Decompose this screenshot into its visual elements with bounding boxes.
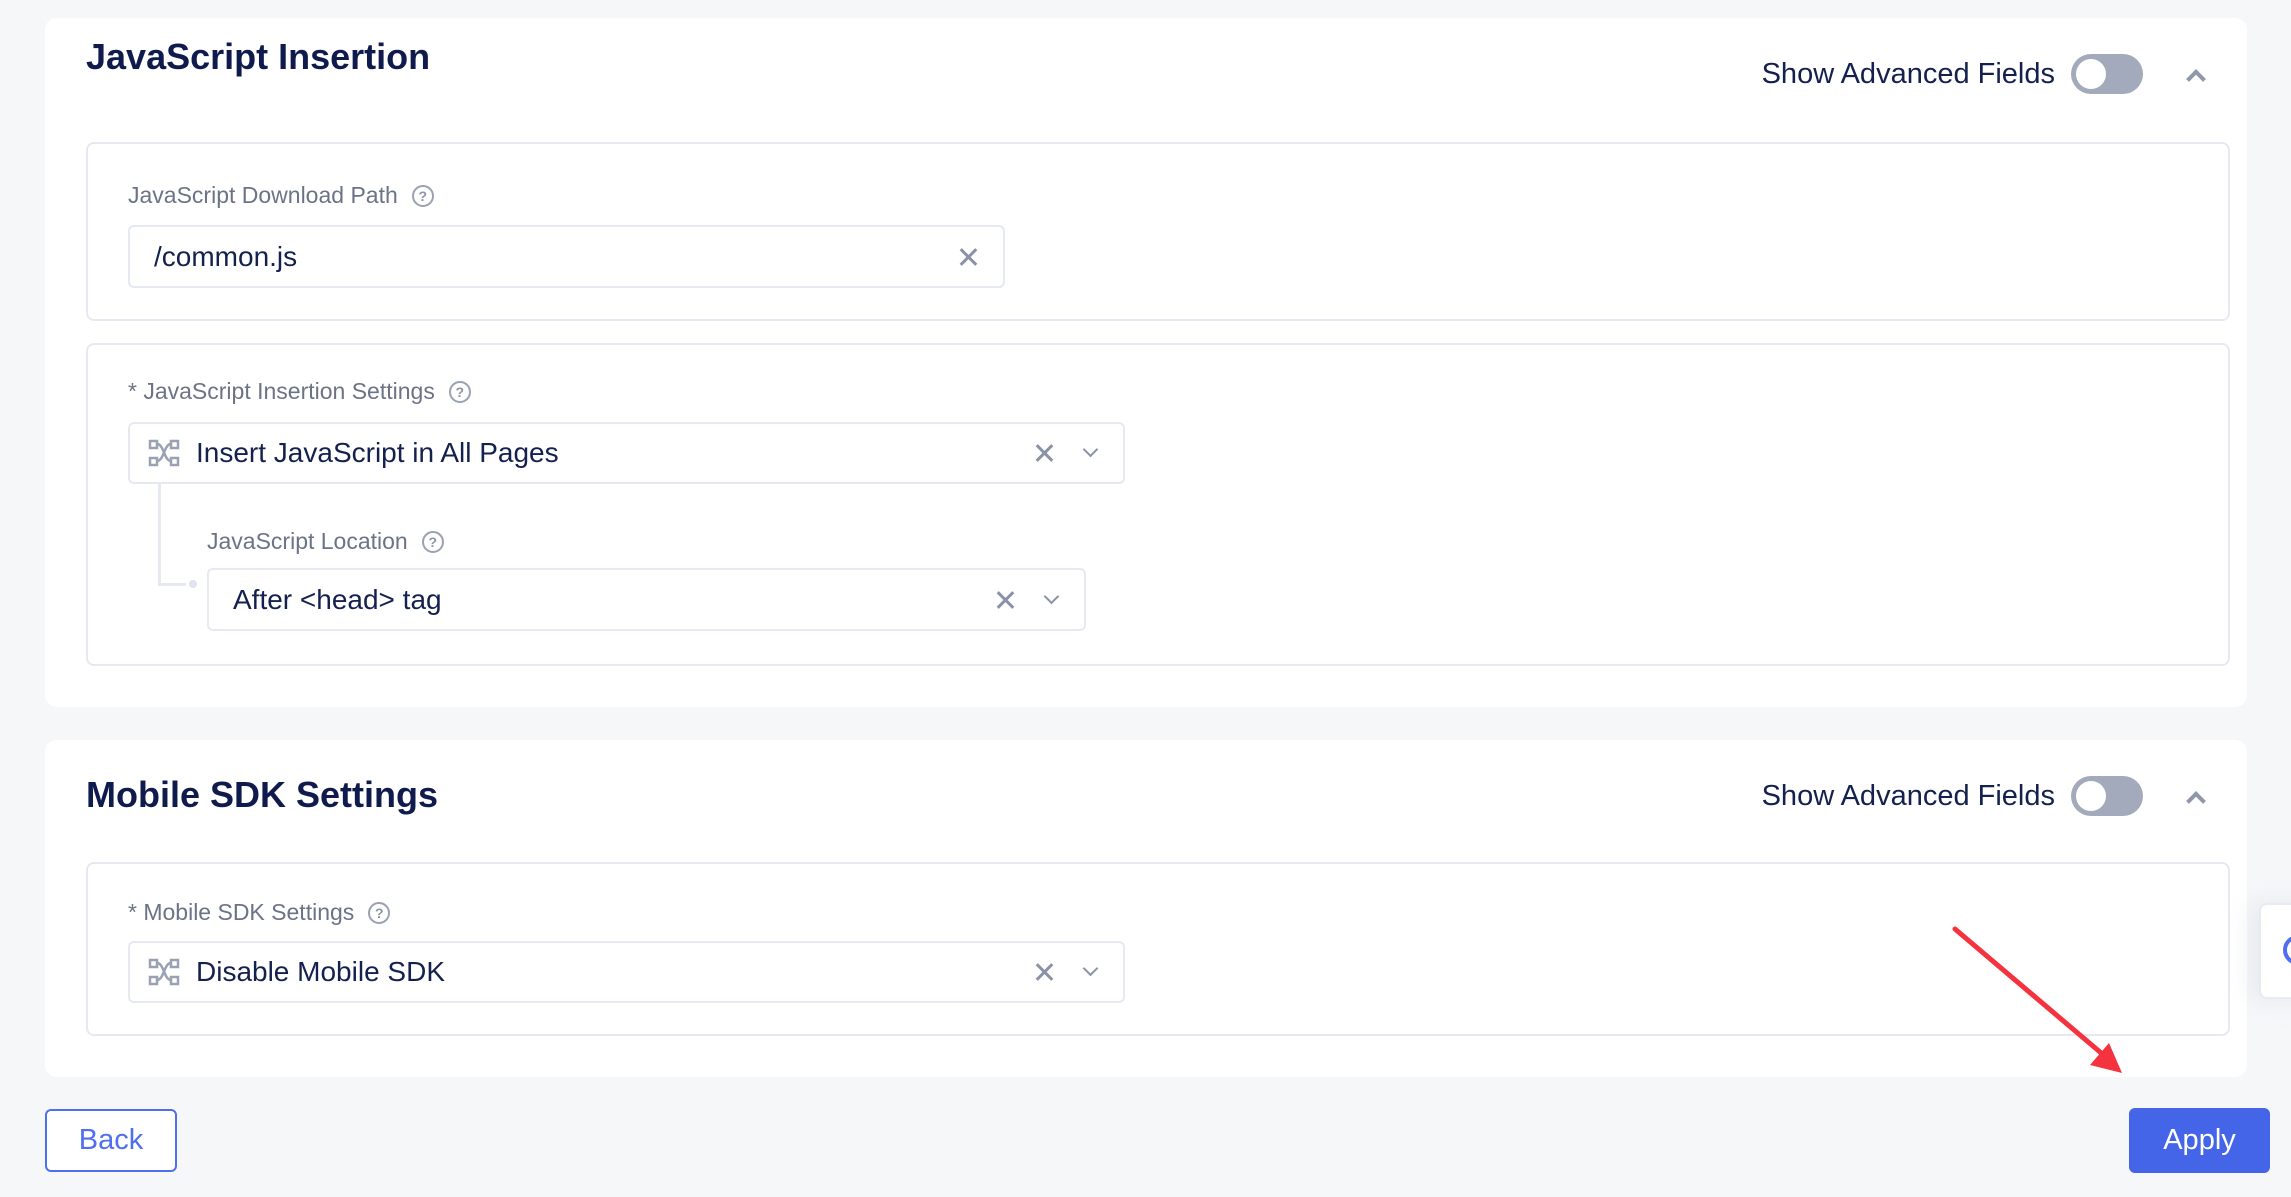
collapse-chevron-up-icon[interactable]	[2185, 786, 2205, 806]
help-icon[interactable]: ?	[448, 380, 471, 403]
mobile-sdk-value: Disable Mobile SDK	[196, 956, 445, 987]
help-icon[interactable]: ?	[411, 184, 434, 207]
branch-icon	[148, 439, 180, 467]
insertion-settings-value: Insert JavaScript in All Pages	[196, 437, 559, 468]
toggle-knob	[2076, 59, 2106, 89]
download-path-value: /common.js	[154, 240, 298, 272]
apply-button[interactable]: Apply	[2129, 1108, 2270, 1173]
clear-icon[interactable]	[1033, 961, 1055, 983]
location-value: After <head> tag	[233, 583, 442, 615]
help-widget-icon	[2283, 935, 2291, 965]
advanced-fields-control: Show Advanced Fields	[1762, 776, 2205, 816]
chevron-down-icon[interactable]	[1042, 591, 1060, 609]
help-icon[interactable]: ?	[368, 901, 391, 924]
mobile-sdk-label-text: * Mobile SDK Settings	[128, 899, 355, 925]
location-label-text: JavaScript Location	[207, 528, 408, 554]
help-icon[interactable]: ?	[421, 530, 444, 553]
mobile-sdk-label: * Mobile SDK Settings ?	[128, 899, 391, 926]
insertion-settings-label: * JavaScript Insertion Settings ?	[128, 378, 471, 405]
clear-icon[interactable]	[1033, 442, 1055, 464]
branch-icon	[148, 958, 180, 986]
section-title: Mobile SDK Settings	[86, 774, 439, 815]
mobile-sdk-select[interactable]: Disable Mobile SDK	[128, 941, 1125, 1003]
download-path-label-text: JavaScript Download Path	[128, 182, 398, 208]
javascript-insertion-card: JavaScript Insertion Show Advanced Field…	[45, 18, 2247, 707]
chevron-down-icon[interactable]	[1081, 444, 1099, 462]
download-path-label: JavaScript Download Path ?	[128, 182, 434, 209]
toggle-knob	[2076, 781, 2106, 811]
mobile-sdk-card: Mobile SDK Settings Show Advanced Fields…	[45, 740, 2247, 1077]
location-label: JavaScript Location ?	[207, 528, 444, 555]
back-button[interactable]: Back	[45, 1109, 177, 1172]
advanced-fields-toggle[interactable]	[2071, 776, 2143, 816]
clear-icon[interactable]	[957, 246, 979, 268]
insertion-settings-label-text: * JavaScript Insertion Settings	[128, 378, 435, 404]
section-title: JavaScript Insertion	[86, 36, 431, 77]
tree-connector-dot	[189, 580, 197, 588]
clear-icon[interactable]	[994, 589, 1016, 611]
advanced-fields-toggle[interactable]	[2071, 54, 2143, 94]
tree-connector	[158, 484, 186, 586]
insertion-settings-select[interactable]: Insert JavaScript in All Pages	[128, 422, 1125, 484]
advanced-fields-label: Show Advanced Fields	[1761, 779, 2055, 812]
chevron-down-icon[interactable]	[1081, 963, 1099, 981]
download-path-input[interactable]: /common.js	[128, 225, 1005, 288]
location-select[interactable]: After <head> tag	[207, 568, 1086, 631]
advanced-fields-control: Show Advanced Fields	[1762, 54, 2205, 94]
advanced-fields-label: Show Advanced Fields	[1761, 57, 2055, 90]
floating-help-widget[interactable]	[2259, 903, 2291, 999]
collapse-chevron-up-icon[interactable]	[2185, 64, 2205, 84]
